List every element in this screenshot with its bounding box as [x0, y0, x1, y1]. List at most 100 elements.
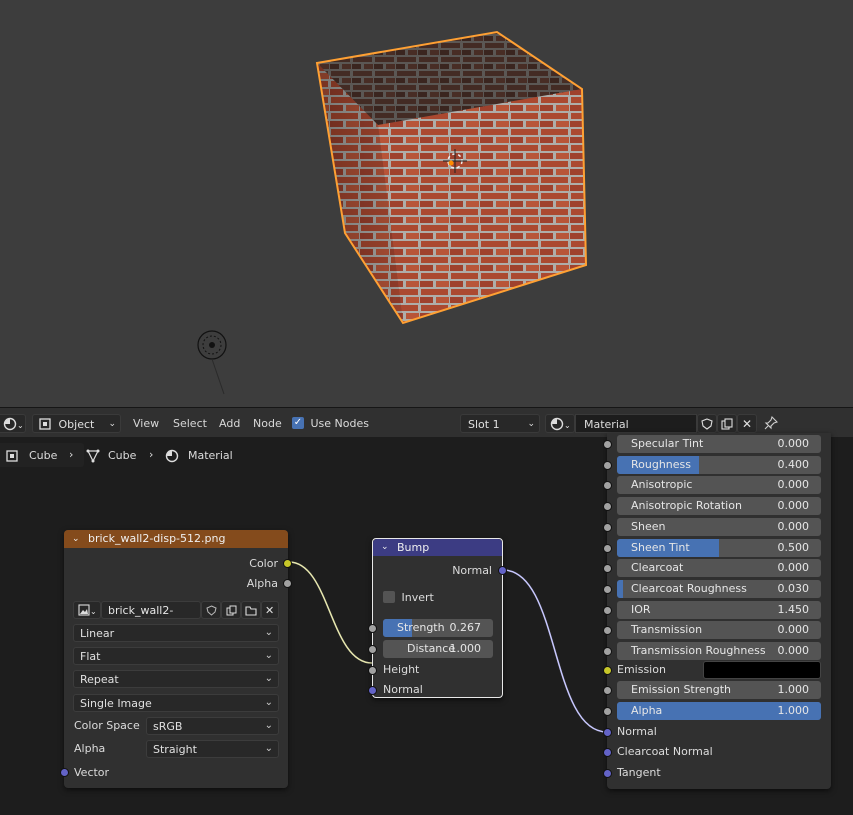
- chevron-down-icon: ⌄: [264, 673, 273, 684]
- output-color-socket[interactable]: [283, 559, 292, 568]
- editor-type-button[interactable]: ⌄: [0, 414, 26, 433]
- shader-editor[interactable]: ⌄ Object ⌄ View Select Add Node ✓ Use No…: [0, 407, 853, 815]
- input-socket[interactable]: [603, 460, 612, 470]
- bsdf-param-slider[interactable]: Clearcoat 0.000: [617, 559, 821, 578]
- use-nodes-toggle[interactable]: ✓ Use Nodes: [292, 414, 369, 433]
- input-socket[interactable]: [603, 584, 612, 594]
- image-texture-node[interactable]: ⌄ brick_wall2-disp-512.png Color Alpha ⌄…: [60, 530, 292, 788]
- input-distance-socket[interactable]: [368, 645, 377, 654]
- input-strength-socket[interactable]: [368, 624, 377, 633]
- breadcrumb-object: Cube: [29, 449, 58, 462]
- 3d-viewport[interactable]: [0, 0, 853, 407]
- slot-dropdown[interactable]: Slot 1 ⌄: [460, 414, 540, 433]
- color-space-value: sRGB: [153, 720, 183, 733]
- menu-select[interactable]: Select: [173, 414, 207, 433]
- bsdf-param-slider[interactable]: Transmission 0.000: [617, 621, 821, 640]
- color-space-dropdown[interactable]: sRGB ⌄: [146, 717, 279, 735]
- bsdf-param-value: 0.000: [777, 519, 810, 533]
- mesh-icon: [86, 449, 100, 463]
- invert-checkbox[interactable]: Invert: [383, 589, 434, 607]
- collapse-chevron-icon[interactable]: ⌄: [381, 539, 389, 556]
- input-emission-socket[interactable]: [603, 666, 612, 675]
- bsdf-param-slider[interactable]: Specular Tint 0.000: [617, 435, 821, 453]
- bsdf-param-slider[interactable]: Sheen Tint 0.500: [617, 538, 821, 557]
- input-alpha-socket[interactable]: [603, 707, 612, 716]
- input-socket[interactable]: [603, 522, 612, 532]
- bsdf-param-slider[interactable]: Anisotropic Rotation 0.000: [617, 497, 821, 516]
- fake-user-button[interactable]: [697, 414, 717, 433]
- object-mode-dropdown[interactable]: Object ⌄: [32, 414, 121, 433]
- bsdf-param-slider[interactable]: Anisotropic 0.000: [617, 476, 821, 495]
- menu-add[interactable]: Add: [219, 414, 240, 433]
- use-nodes-label: Use Nodes: [310, 417, 370, 430]
- output-normal-socket[interactable]: [498, 566, 507, 575]
- bsdf-param-slider[interactable]: Clearcoat Roughness 0.030: [617, 579, 821, 598]
- bump-node-title: Bump: [397, 541, 430, 554]
- input-tangent-socket[interactable]: [603, 769, 612, 778]
- interpolation-dropdown[interactable]: Linear ⌄: [73, 624, 279, 642]
- checkbox-icon[interactable]: ✓: [292, 417, 304, 429]
- input-emission-strength-socket[interactable]: [603, 686, 612, 695]
- input-socket[interactable]: [603, 502, 612, 512]
- chevron-right-icon: ›: [149, 448, 154, 461]
- image-fake-user-button[interactable]: [201, 601, 221, 619]
- principled-bsdf-node[interactable]: Specular Tint 0.000 Roughness 0.400 Anisotro…: [603, 433, 831, 789]
- input-normal-socket[interactable]: [368, 686, 377, 695]
- image-unlink-button[interactable]: ✕: [261, 601, 279, 619]
- checkbox-icon[interactable]: [383, 591, 395, 603]
- bsdf-param-value: 1.450: [777, 602, 810, 616]
- material-browse-button[interactable]: ⌄: [545, 414, 575, 433]
- emission-strength-slider[interactable]: Emission Strength 1.000: [617, 681, 821, 699]
- alpha-slider[interactable]: Alpha 1.000: [617, 702, 821, 720]
- input-clearcoat-normal-socket[interactable]: [603, 748, 612, 757]
- image-node-header[interactable]: ⌄ brick_wall2-disp-512.png: [64, 530, 288, 548]
- distance-slider[interactable]: Distance 1.000: [383, 640, 493, 658]
- input-normal-socket[interactable]: [603, 728, 612, 737]
- emission-color-swatch[interactable]: [703, 661, 821, 679]
- extension-dropdown[interactable]: Repeat ⌄: [73, 670, 279, 688]
- bsdf-param-slider[interactable]: IOR 1.450: [617, 600, 821, 619]
- bump-node-header[interactable]: ⌄ Bump: [373, 539, 502, 556]
- distance-label: Distance: [407, 642, 456, 655]
- input-socket[interactable]: [603, 481, 612, 491]
- menu-node[interactable]: Node: [253, 414, 282, 433]
- input-height-socket[interactable]: [368, 666, 377, 675]
- alpha-mode-dropdown[interactable]: Straight ⌄: [146, 740, 279, 758]
- extension-value: Repeat: [80, 673, 119, 686]
- input-vector-socket[interactable]: [60, 768, 69, 777]
- duplicate-material-button[interactable]: [717, 414, 737, 433]
- viewport-scene: [197, 30, 588, 395]
- bsdf-param-slider[interactable]: Sheen 0.000: [617, 517, 821, 536]
- input-socket[interactable]: [603, 543, 612, 553]
- source-dropdown[interactable]: Single Image ⌄: [73, 694, 279, 712]
- input-socket[interactable]: [603, 440, 612, 449]
- bsdf-param-value: 0.000: [777, 478, 810, 492]
- invert-label: Invert: [401, 591, 434, 604]
- interpolation-value: Linear: [80, 627, 115, 640]
- material-name-field[interactable]: Material: [575, 414, 697, 433]
- bsdf-param-label: Clearcoat: [631, 561, 684, 575]
- breadcrumb-mesh: Cube: [108, 449, 137, 462]
- image-open-button[interactable]: [241, 601, 261, 619]
- image-duplicate-button[interactable]: [221, 601, 241, 619]
- bsdf-param-slider[interactable]: Transmission Roughness 0.000: [617, 642, 821, 660]
- bsdf-param-slider[interactable]: Roughness 0.400: [617, 455, 821, 474]
- output-alpha-socket[interactable]: [283, 579, 292, 588]
- input-socket[interactable]: [603, 647, 612, 656]
- image-browse-button[interactable]: ⌄: [73, 601, 101, 619]
- collapse-chevron-icon[interactable]: ⌄: [72, 530, 80, 548]
- chevron-down-icon: ⌄: [108, 419, 116, 429]
- input-socket[interactable]: [603, 626, 612, 636]
- alpha-label: Alpha: [631, 704, 663, 717]
- menu-view[interactable]: View: [133, 414, 159, 433]
- input-socket[interactable]: [603, 605, 612, 615]
- pin-button[interactable]: [764, 414, 780, 433]
- input-socket[interactable]: [603, 564, 612, 574]
- strength-slider[interactable]: Strength 0.267: [383, 619, 493, 637]
- source-value: Single Image: [80, 697, 152, 710]
- input-normal-label: Normal: [383, 683, 423, 696]
- image-name-field[interactable]: brick_wall2-disp-5...: [101, 601, 201, 635]
- unlink-material-button[interactable]: ✕: [737, 414, 757, 433]
- bump-node[interactable]: ⌄ Bump Normal Invert Strength 0.267 Dist…: [368, 538, 507, 698]
- projection-dropdown[interactable]: Flat ⌄: [73, 647, 279, 665]
